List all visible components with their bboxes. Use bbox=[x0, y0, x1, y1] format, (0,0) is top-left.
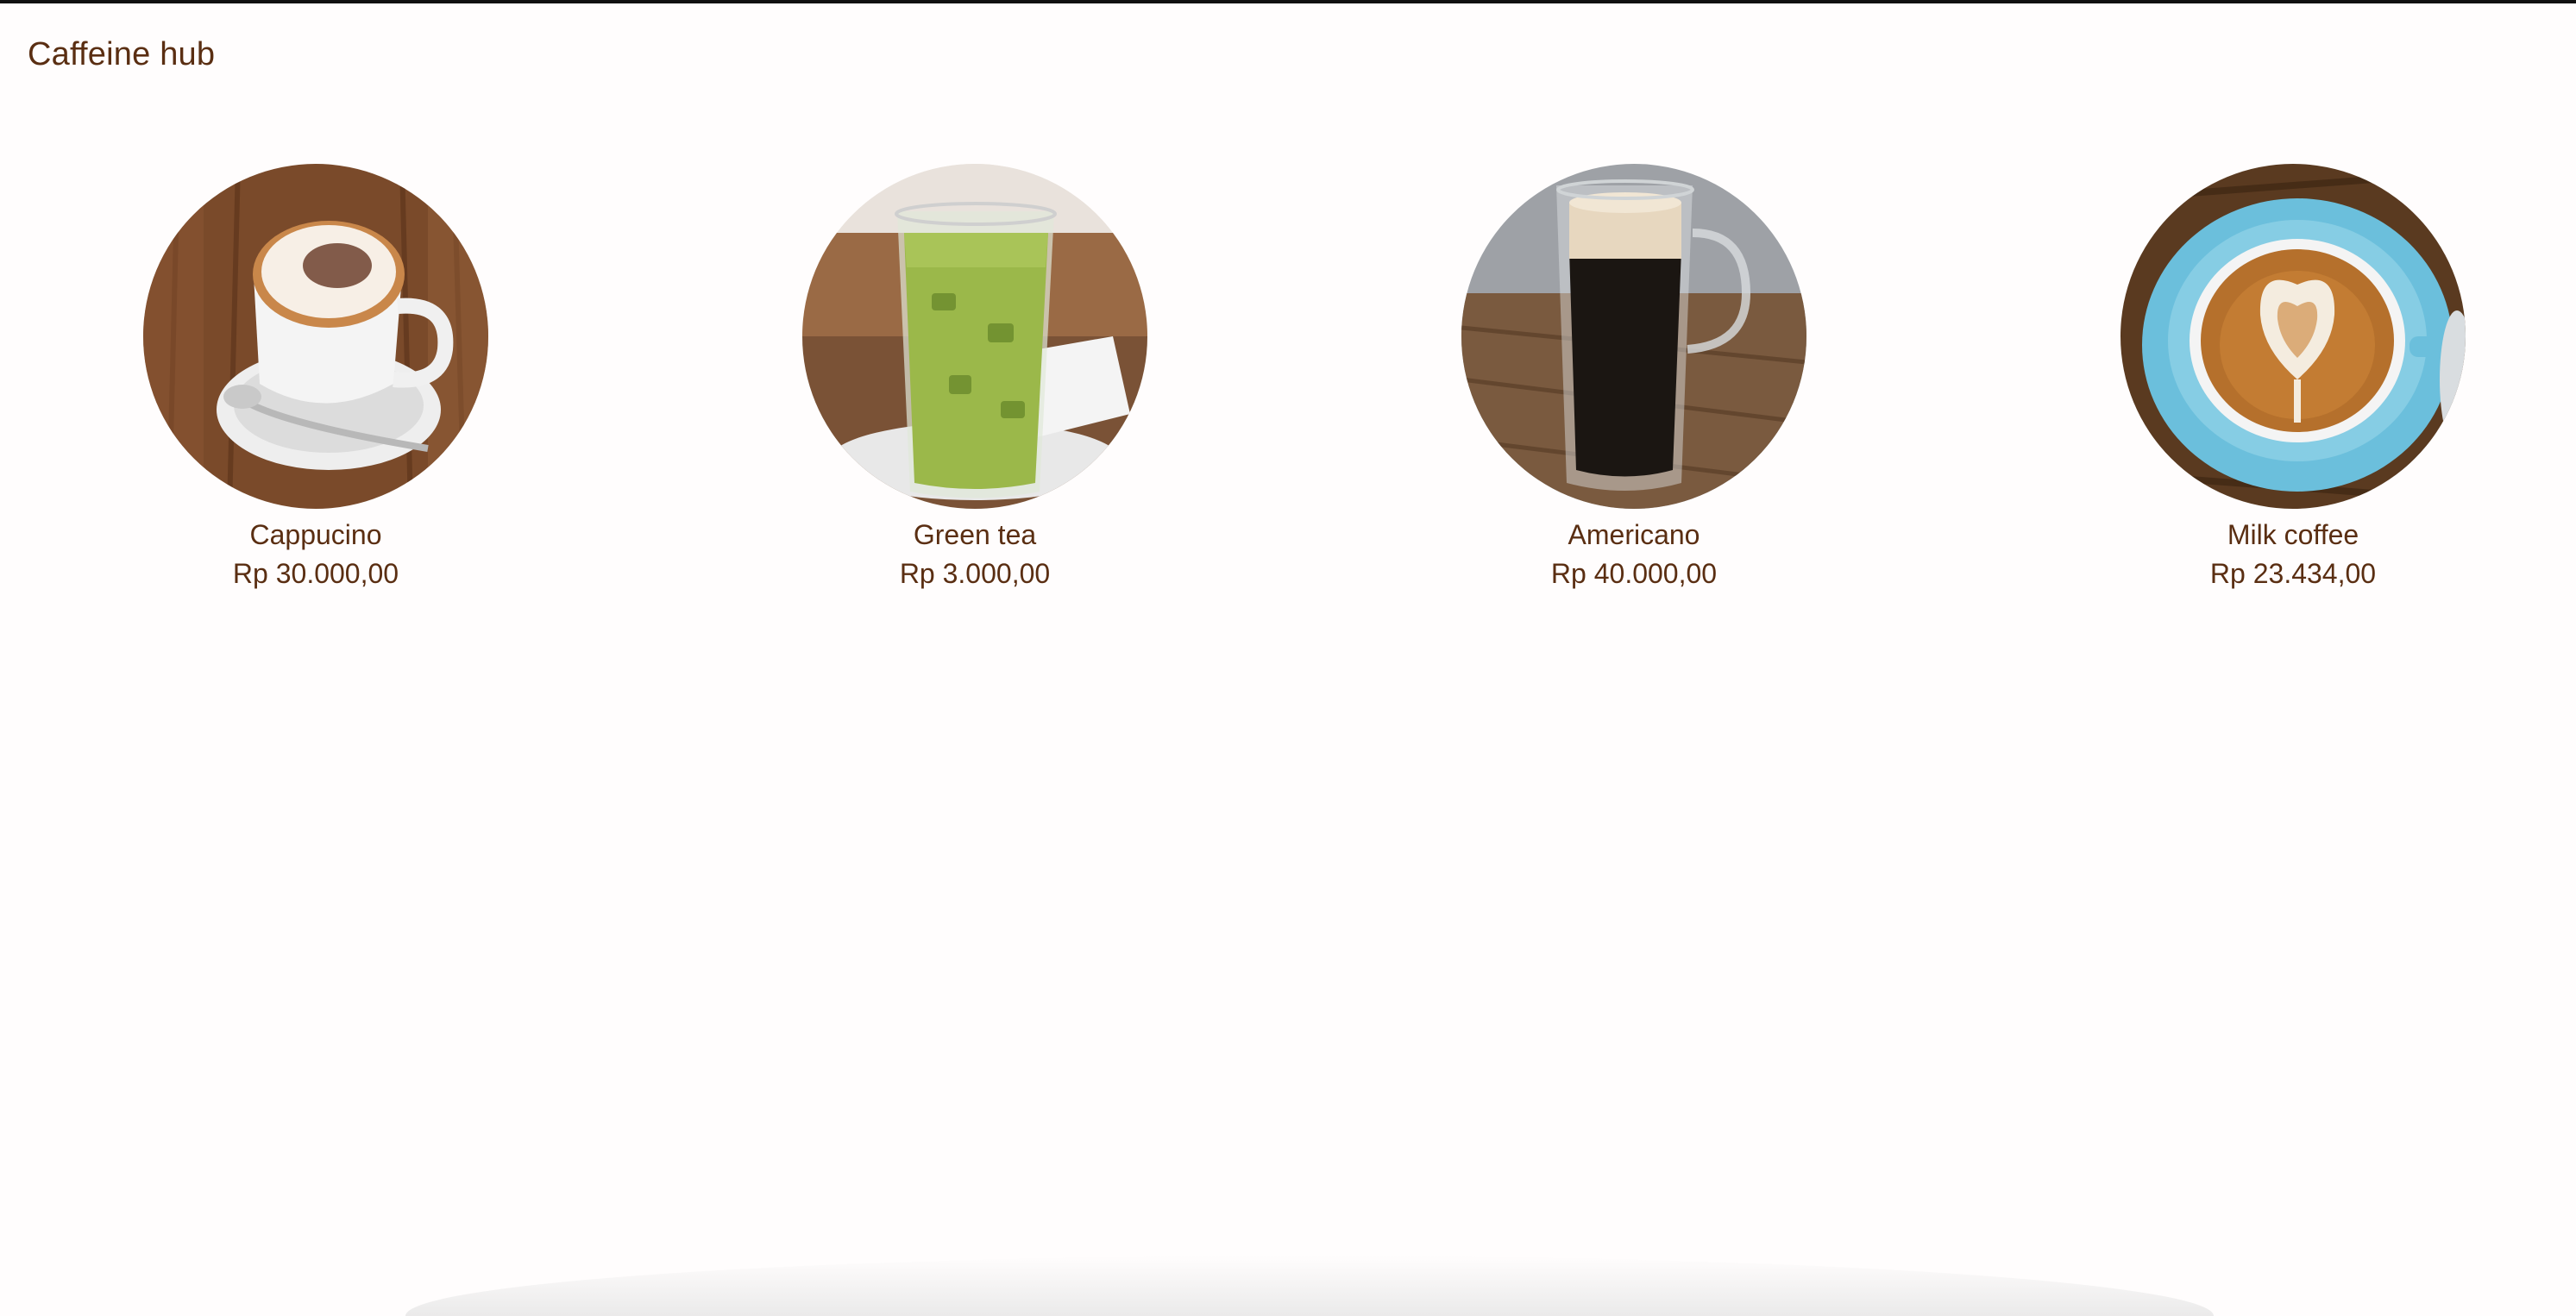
item-price: Rp 3.000,00 bbox=[899, 558, 1051, 589]
item-name: Cappucino bbox=[249, 519, 382, 550]
green-tea-image bbox=[802, 164, 1147, 509]
item-name: Americano bbox=[1568, 519, 1700, 550]
iced-green-tea-glass-photo[interactable] bbox=[802, 164, 1147, 509]
cappuccino-image bbox=[143, 164, 488, 509]
page: Caffeine hub Cappucino Rp 30.000,00 Gree… bbox=[0, 0, 2576, 1316]
milk-coffee-image bbox=[2120, 164, 2466, 509]
menu-item-milk-coffee[interactable]: Milk coffee Rp 23.434,00 bbox=[2112, 164, 2474, 593]
americano-glass-mug-photo[interactable] bbox=[1461, 164, 1806, 509]
item-name: Green tea bbox=[913, 519, 1037, 550]
brand-title[interactable]: Caffeine hub bbox=[28, 36, 215, 73]
menu-list: Cappucino Rp 30.000,00 Green tea Rp 3.00… bbox=[0, 164, 2576, 595]
latte-art-blue-cup-photo[interactable] bbox=[2120, 164, 2466, 509]
item-price: Rp 40.000,00 bbox=[1550, 558, 1718, 589]
americano-image bbox=[1461, 164, 1806, 509]
cappuccino-cup-photo[interactable] bbox=[143, 164, 488, 509]
menu-item-americano[interactable]: Americano Rp 40.000,00 bbox=[1453, 164, 1815, 593]
item-name: Milk coffee bbox=[2227, 519, 2359, 550]
item-price: Rp 30.000,00 bbox=[232, 558, 399, 589]
item-price: Rp 23.434,00 bbox=[2209, 558, 2377, 589]
menu-item-green-tea[interactable]: Green tea Rp 3.000,00 bbox=[794, 164, 1156, 593]
menu-item-cappucino[interactable]: Cappucino Rp 30.000,00 bbox=[135, 164, 497, 593]
bottom-shadow bbox=[405, 1256, 2214, 1316]
